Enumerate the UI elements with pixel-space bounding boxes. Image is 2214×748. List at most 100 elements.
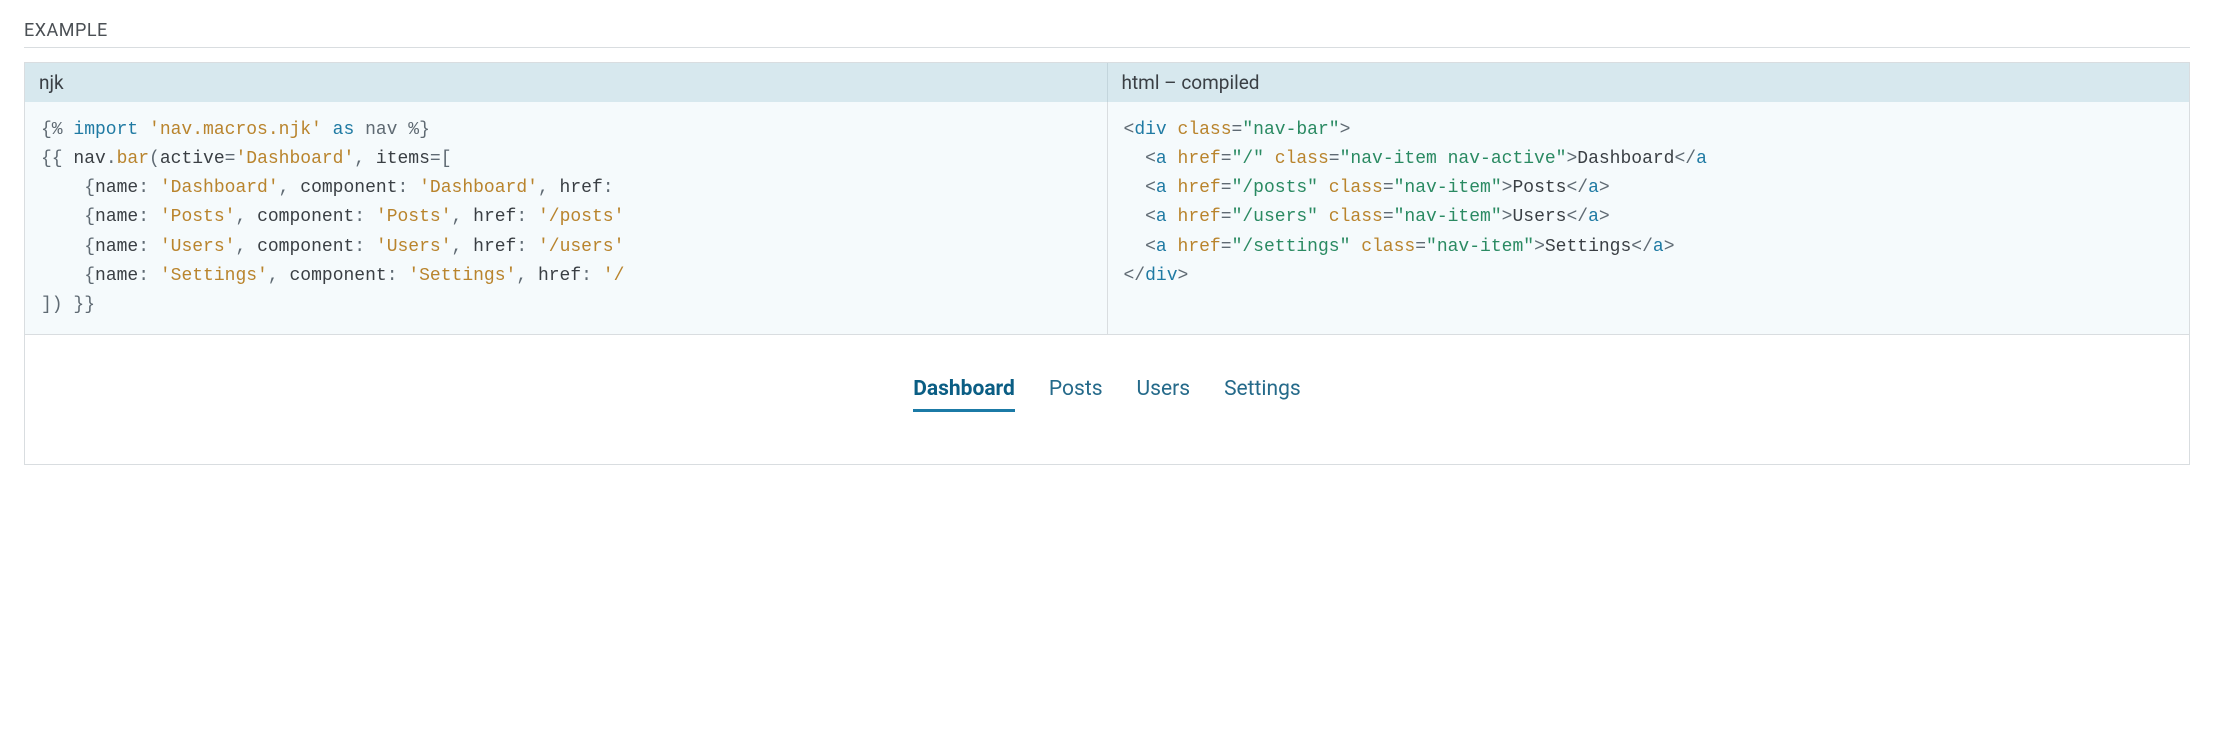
code-token: as xyxy=(333,120,355,140)
code-token: div xyxy=(1145,266,1177,286)
code-token: > xyxy=(1599,207,1610,227)
code-token: ( xyxy=(149,149,160,169)
code-token: { xyxy=(41,237,95,257)
code-token: a xyxy=(1588,207,1599,227)
code-token: '/users' xyxy=(538,237,624,257)
code-token: : xyxy=(138,178,160,198)
code-token: , xyxy=(235,207,257,227)
code-token: </ xyxy=(1674,149,1696,169)
code-token: Users xyxy=(1512,207,1566,227)
code-token: 'Posts' xyxy=(376,207,452,227)
code-token: = xyxy=(1329,149,1340,169)
code-token: : xyxy=(138,237,160,257)
code-token: : xyxy=(581,266,603,286)
code-token: < xyxy=(1124,178,1156,198)
code-token xyxy=(1318,207,1329,227)
code-token: = xyxy=(1221,207,1232,227)
code-token: : xyxy=(138,207,160,227)
code-token: </ xyxy=(1566,207,1588,227)
code-token: import xyxy=(73,120,138,140)
section-heading: EXAMPLE xyxy=(24,20,2190,48)
code-token: , xyxy=(516,266,538,286)
code-token: class xyxy=(1275,149,1329,169)
code-token: = xyxy=(1232,120,1243,140)
code-token: Settings xyxy=(1545,237,1631,257)
code-token: </ xyxy=(1631,237,1653,257)
code-token: , xyxy=(235,237,257,257)
code-token: class xyxy=(1329,178,1383,198)
code-token: "/settings" xyxy=(1232,237,1351,257)
code-token: href xyxy=(473,207,516,227)
code-token: , xyxy=(268,266,290,286)
nav-item-users[interactable]: Users xyxy=(1137,377,1191,409)
code-row: {% import 'nav.macros.njk' as nav %} {{ … xyxy=(25,102,2189,334)
code-token: { xyxy=(41,207,95,227)
code-token: "nav-item nav-active" xyxy=(1340,149,1567,169)
code-token: "/" xyxy=(1232,149,1264,169)
code-token: > xyxy=(1599,178,1610,198)
code-token: 'Dashboard' xyxy=(160,178,279,198)
code-token: = xyxy=(1383,178,1394,198)
code-token: Dashboard xyxy=(1577,149,1674,169)
code-token: href xyxy=(1178,237,1221,257)
code-token: =[ xyxy=(430,149,452,169)
code-token: , xyxy=(279,178,301,198)
code-token: class xyxy=(1178,120,1232,140)
code-token: {{ xyxy=(41,149,73,169)
code-token: name xyxy=(95,178,138,198)
code-token: , xyxy=(452,207,474,227)
code-token: component xyxy=(257,237,354,257)
code-token: div xyxy=(1134,120,1166,140)
code-token: , xyxy=(452,237,474,257)
code-token: > xyxy=(1566,149,1577,169)
code-token: component xyxy=(300,178,397,198)
code-token: "/users" xyxy=(1232,207,1318,227)
code-token xyxy=(1167,149,1178,169)
example-panel: njk html – compiled {% import 'nav.macro… xyxy=(24,62,2190,465)
code-token: = xyxy=(1221,178,1232,198)
code-token: 'Settings' xyxy=(408,266,516,286)
code-token: href xyxy=(1178,207,1221,227)
code-token: = xyxy=(1221,149,1232,169)
code-token: ]) }} xyxy=(41,295,95,315)
code-token xyxy=(1167,207,1178,227)
code-token: : xyxy=(516,237,538,257)
code-token: : xyxy=(387,266,409,286)
code-token: {% xyxy=(41,120,73,140)
code-token: name xyxy=(95,207,138,227)
nav-item-posts[interactable]: Posts xyxy=(1049,377,1103,409)
code-token: 'Users' xyxy=(160,237,236,257)
code-token: a xyxy=(1156,178,1167,198)
code-token: : xyxy=(603,178,625,198)
code-token: '/posts' xyxy=(538,207,624,227)
code-token: : xyxy=(354,237,376,257)
code-token: : xyxy=(138,266,160,286)
code-token: < xyxy=(1124,237,1156,257)
code-token: component xyxy=(289,266,386,286)
code-token xyxy=(138,120,149,140)
nav-item-settings[interactable]: Settings xyxy=(1224,377,1301,409)
code-token: bar xyxy=(117,149,149,169)
code-token: name xyxy=(95,237,138,257)
code-token: href xyxy=(1178,178,1221,198)
code-token: < xyxy=(1124,120,1135,140)
code-token: 'Dashboard' xyxy=(419,178,538,198)
code-token: items xyxy=(376,149,430,169)
code-token: a xyxy=(1588,178,1599,198)
code-token: "nav-item" xyxy=(1394,178,1502,198)
code-token: . xyxy=(106,149,117,169)
code-token: > xyxy=(1502,178,1513,198)
code-token: a xyxy=(1696,149,1707,169)
code-token xyxy=(1264,149,1275,169)
nav-item-dashboard[interactable]: Dashboard xyxy=(913,377,1015,412)
preview-pane: Dashboard Posts Users Settings xyxy=(25,334,2189,464)
code-token: href xyxy=(538,266,581,286)
code-token xyxy=(1167,178,1178,198)
code-token: </ xyxy=(1124,266,1146,286)
code-token: 'nav.macros.njk' xyxy=(149,120,322,140)
code-token: name xyxy=(95,266,138,286)
code-token: a xyxy=(1156,207,1167,227)
code-token: a xyxy=(1156,149,1167,169)
code-token: nav xyxy=(73,149,105,169)
code-token: "nav-item" xyxy=(1394,207,1502,227)
